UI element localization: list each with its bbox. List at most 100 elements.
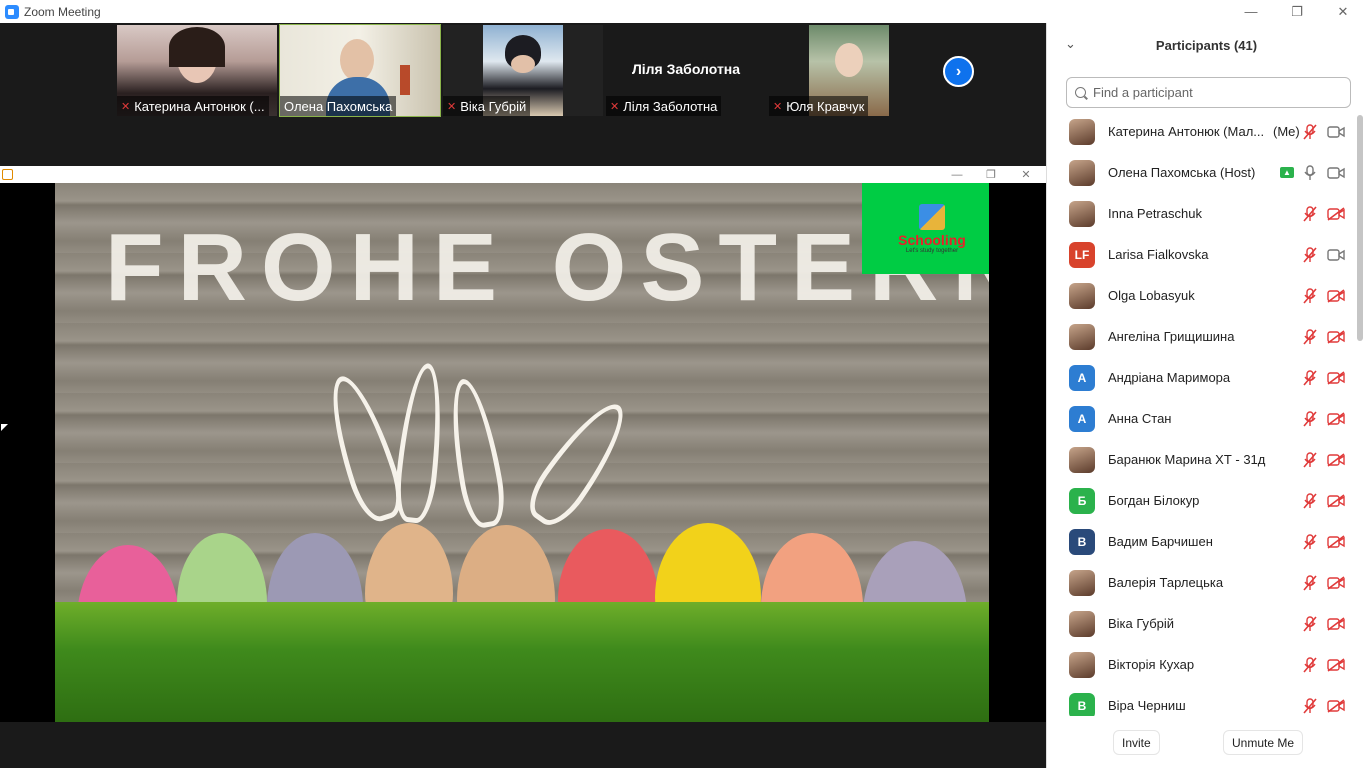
video-off-icon[interactable] [1327, 370, 1345, 385]
avatar: LF [1069, 241, 1095, 268]
mic-muted-icon[interactable] [1303, 574, 1317, 591]
participant-row[interactable]: LF Larisa Fialkovska [1047, 234, 1355, 275]
plant-pot [400, 65, 410, 95]
video-off-icon[interactable] [1327, 698, 1345, 713]
mic-muted-icon[interactable] [1303, 533, 1317, 550]
mic-muted-icon[interactable] [1303, 123, 1317, 140]
mic-muted-icon[interactable] [1303, 410, 1317, 427]
video-off-icon[interactable] [1327, 534, 1345, 549]
tile-name: Ліля Заболотна [623, 98, 718, 114]
participant-row[interactable]: Олена Пахомська (Host) ▲ [1047, 152, 1355, 193]
shared-screen: — ❐ ✕ FROHE OSTERN. Schooling Let's stud… [0, 166, 1046, 722]
mic-muted-icon: ✕ [610, 100, 620, 113]
participant-row[interactable]: Віка Губрій [1047, 603, 1355, 644]
mic-muted-icon: ✕ [773, 100, 783, 113]
video-off-icon[interactable] [1327, 411, 1345, 426]
grass [55, 602, 989, 722]
mic-muted-icon[interactable] [1303, 369, 1317, 386]
participant-row[interactable]: Баранюк Марина ХТ - 31д [1047, 439, 1355, 480]
mic-muted-icon[interactable] [1303, 656, 1317, 673]
chevron-down-icon[interactable]: ⌄ [1065, 36, 1076, 52]
video-off-icon[interactable] [1327, 657, 1345, 672]
participant-row[interactable]: A Андріана Маримора [1047, 357, 1355, 398]
mic-icon[interactable] [1303, 164, 1317, 181]
video-tile-active-speaker[interactable]: Олена Пахомська [279, 24, 441, 117]
avatar: Б [1069, 487, 1095, 514]
mic-muted-icon[interactable] [1303, 328, 1317, 345]
participant-row[interactable]: A Анна Стан [1047, 398, 1355, 439]
video-off-icon[interactable] [1327, 575, 1345, 590]
participant-row[interactable]: Б Богдан Білокур [1047, 480, 1355, 521]
participant-name: Андріана Маримора [1108, 370, 1231, 385]
video-tile-no-video[interactable]: Ліля Заболотна ✕ Ліля Заболотна [606, 25, 766, 116]
participant-search[interactable] [1066, 77, 1351, 108]
share-restore-button[interactable]: ❐ [974, 166, 1008, 183]
tile-name: Віка Губрій [460, 98, 527, 114]
window-controls: — ❐ ✕ [1228, 0, 1366, 23]
participant-row[interactable]: Валерія Тарлецька [1047, 562, 1355, 603]
mic-muted-icon: ✕ [447, 100, 457, 113]
scrollbar-thumb[interactable] [1357, 115, 1363, 341]
video-off-icon[interactable] [1327, 493, 1345, 508]
participant-row[interactable]: Вікторія Кухар [1047, 644, 1355, 685]
mic-muted-icon[interactable] [1303, 205, 1317, 222]
participant-row[interactable]: Inna Petraschuk [1047, 193, 1355, 234]
video-icon[interactable] [1327, 125, 1345, 139]
video-tile[interactable]: ✕ Юля Кравчук [769, 25, 929, 116]
video-icon[interactable] [1327, 166, 1345, 180]
mic-muted-icon[interactable] [1303, 615, 1317, 632]
participants-footer: Invite Unmute Me [1047, 725, 1366, 763]
slide-headline: FROHE OSTERN. [105, 214, 989, 321]
participant-row[interactable]: Ангеліна Грищишина [1047, 316, 1355, 357]
participant-row[interactable]: В Віра Черниш [1047, 685, 1355, 716]
face [511, 55, 535, 73]
invite-button[interactable]: Invite [1113, 730, 1160, 755]
video-off-icon[interactable] [1327, 329, 1345, 344]
avatar [1069, 651, 1095, 678]
video-off-icon[interactable] [1327, 616, 1345, 631]
participant-row[interactable]: Olga Lobasyuk [1047, 275, 1355, 316]
participant-row[interactable]: Катерина Антонюк (Мал... (Me) [1047, 111, 1355, 152]
restore-button[interactable]: ❐ [1274, 0, 1320, 23]
tile-name-bar: ✕ Віка Губрій [443, 96, 531, 116]
participants-header: ⌄ Participants (41) [1047, 23, 1366, 67]
participant-name: Олена Пахомська (Host) [1108, 165, 1256, 180]
search-input[interactable] [1093, 85, 1333, 100]
logo-brand: Schooling [898, 231, 966, 248]
scrollbar[interactable] [1355, 111, 1365, 716]
video-tile[interactable]: ✕ Віка Губрій [443, 25, 603, 116]
title-bar: Zoom Meeting — ❐ ✕ [0, 0, 1366, 23]
avatar: A [1069, 364, 1095, 391]
participant-list: Катерина Антонюк (Мал... (Me) Олена Пахомс… [1047, 111, 1355, 716]
participant-row[interactable]: В Вадим Барчишен [1047, 521, 1355, 562]
share-minimize-button[interactable]: — [940, 166, 974, 183]
video-tile[interactable]: ✕ Катерина Антонюк (... [117, 25, 277, 116]
avatar: В [1069, 528, 1095, 555]
participant-name: Богдан Білокур [1108, 493, 1200, 508]
next-page-button[interactable]: › [943, 56, 974, 87]
close-button[interactable]: ✕ [1320, 0, 1366, 23]
tile-name: Катерина Антонюк (... [134, 98, 265, 114]
bunny-ear [442, 375, 510, 531]
tile-name-bar: ✕ Ліля Заболотна [606, 96, 722, 116]
video-off-icon[interactable] [1327, 452, 1345, 467]
bunny-ear [519, 391, 639, 535]
minimize-button[interactable]: — [1228, 0, 1274, 23]
share-close-button[interactable]: ✕ [1009, 166, 1043, 183]
mouse-cursor-icon [1, 424, 8, 431]
mic-muted-icon[interactable] [1303, 246, 1317, 263]
mic-muted-icon[interactable] [1303, 697, 1317, 714]
avatar [1069, 323, 1095, 350]
tile-name-bar: Олена Пахомська [280, 96, 397, 116]
mic-muted-icon[interactable] [1303, 287, 1317, 304]
puzzle-icon [919, 203, 945, 230]
participant-name: Віра Черниш [1108, 698, 1186, 713]
avatar [1069, 610, 1095, 637]
mic-muted-icon[interactable] [1303, 492, 1317, 509]
chevron-right-icon: › [955, 62, 962, 80]
video-off-icon[interactable] [1327, 288, 1345, 303]
unmute-me-button[interactable]: Unmute Me [1223, 730, 1304, 755]
video-icon[interactable] [1327, 248, 1345, 262]
mic-muted-icon[interactable] [1303, 451, 1317, 468]
video-off-icon[interactable] [1327, 206, 1345, 221]
